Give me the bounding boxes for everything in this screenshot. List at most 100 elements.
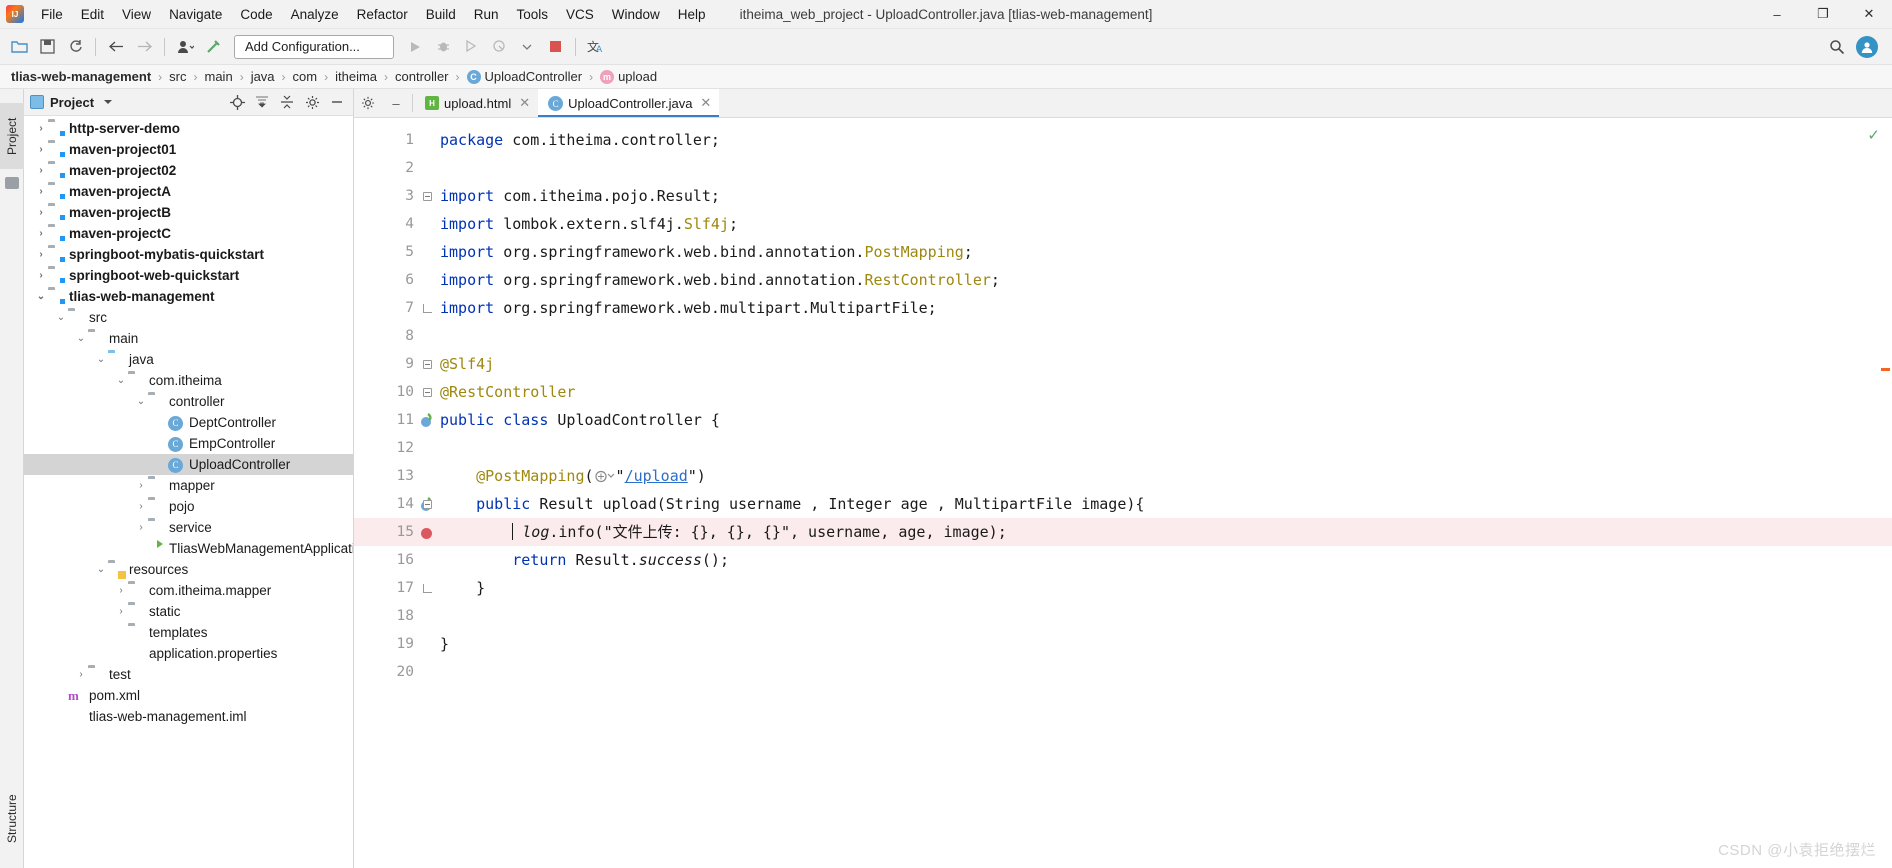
- collapse-all-icon[interactable]: [279, 94, 295, 110]
- line-number-3[interactable]: 3: [354, 182, 420, 210]
- search-icon[interactable]: [1824, 34, 1850, 60]
- tree-node-com-itheima[interactable]: ⌄ com.itheima: [24, 370, 353, 391]
- tree-node-controller[interactable]: ⌄ controller: [24, 391, 353, 412]
- tree-node-static[interactable]: › static: [24, 601, 353, 622]
- account-icon[interactable]: [1856, 35, 1878, 58]
- code-line-19[interactable]: }: [434, 630, 1892, 658]
- tree-node-resources[interactable]: ⌄ resources: [24, 559, 353, 580]
- chevron-down-icon[interactable]: ⌄: [54, 312, 68, 323]
- fold-collapse-icon[interactable]: [422, 387, 432, 397]
- line-number-10[interactable]: 10: [354, 378, 420, 406]
- code-line-9[interactable]: @Slf4j: [434, 350, 1892, 378]
- breadcrumb-item-itheima[interactable]: itheima: [332, 69, 380, 84]
- line-number-13[interactable]: 13: [354, 462, 420, 490]
- breadcrumb-item-upload[interactable]: m upload: [597, 69, 660, 84]
- breadcrumb-item-src[interactable]: src: [166, 69, 189, 84]
- gear-icon[interactable]: [354, 89, 382, 117]
- breadcrumb-item-tlias-web-management[interactable]: tlias-web-management: [8, 69, 154, 84]
- menu-item-window[interactable]: Window: [603, 4, 669, 25]
- sync-icon[interactable]: [62, 34, 88, 60]
- tree-node-main[interactable]: ⌄ main: [24, 328, 353, 349]
- tree-node-pojo[interactable]: › pojo: [24, 496, 353, 517]
- tree-node-maven-projectc[interactable]: › maven-projectC: [24, 223, 353, 244]
- chevron-right-icon[interactable]: ›: [74, 669, 88, 680]
- hide-panel-icon[interactable]: [329, 94, 345, 110]
- code-line-7[interactable]: import org.springframework.web.multipart…: [434, 294, 1892, 322]
- project-tree[interactable]: › http-server-demo › maven-project01 › maven-…: [24, 116, 353, 868]
- tree-node-java[interactable]: ⌄ java: [24, 349, 353, 370]
- code-line-12[interactable]: [434, 434, 1892, 462]
- gear-icon[interactable]: [304, 94, 320, 110]
- chevron-right-icon[interactable]: ›: [134, 501, 148, 512]
- chevron-right-icon[interactable]: ›: [114, 585, 128, 596]
- editor-tab-upload-html[interactable]: upload.html ✕: [415, 89, 539, 117]
- code-line-4[interactable]: import lombok.extern.slf4j.Slf4j;: [434, 210, 1892, 238]
- line-number-7[interactable]: 7: [354, 294, 420, 322]
- tree-node-maven-projectb[interactable]: › maven-projectB: [24, 202, 353, 223]
- tree-node-pom-xml[interactable]: m pom.xml: [24, 685, 353, 706]
- save-icon[interactable]: [34, 34, 60, 60]
- close-button[interactable]: ✕: [1846, 0, 1892, 29]
- tree-node-com-itheima-mapper[interactable]: › com.itheima.mapper: [24, 580, 353, 601]
- run-icon[interactable]: [402, 34, 428, 60]
- chevron-down-icon[interactable]: ⌄: [114, 375, 128, 386]
- code-line-20[interactable]: [434, 658, 1892, 686]
- run-coverage-icon[interactable]: [458, 34, 484, 60]
- chevron-down-icon[interactable]: ⌄: [34, 291, 48, 302]
- tool-window-tab-project[interactable]: Project: [0, 103, 24, 169]
- tree-node-deptcontroller[interactable]: C DeptController: [24, 412, 353, 433]
- line-number-gutter[interactable]: 1 2 3 4 5 6 7 8 9 10 11 12 13 14 15 16 17 18 19 20: [354, 118, 432, 868]
- chevron-down-icon[interactable]: ⌄: [94, 564, 108, 575]
- chevron-right-icon[interactable]: ›: [114, 606, 128, 617]
- tree-node-tliaswebmanagementapplication[interactable]: TliasWebManagementApplication: [24, 538, 353, 559]
- chevron-down-icon[interactable]: ⌄: [74, 333, 88, 344]
- code-editor[interactable]: 1 2 3 4 5 6 7 8 9 10 11 12 13 14 15 16 17 18 19 20 package …: [354, 118, 1892, 868]
- debug-icon[interactable]: [430, 34, 456, 60]
- fold-marker-line-10[interactable]: [420, 378, 434, 406]
- chevron-right-icon[interactable]: ›: [34, 270, 48, 281]
- fold-marker-line-7[interactable]: [420, 294, 434, 322]
- code-line-8[interactable]: [434, 322, 1892, 350]
- line-number-1[interactable]: 1: [354, 126, 420, 154]
- tree-node-maven-projecta[interactable]: › maven-projectA: [24, 181, 353, 202]
- fold-collapse-icon[interactable]: [422, 359, 432, 369]
- breadcrumb-item-main[interactable]: main: [202, 69, 236, 84]
- tree-node-maven-project02[interactable]: › maven-project02: [24, 160, 353, 181]
- menu-item-navigate[interactable]: Navigate: [160, 4, 231, 25]
- breakpoint-icon[interactable]: [416, 523, 434, 541]
- code-line-3[interactable]: import com.itheima.pojo.Result;: [434, 182, 1892, 210]
- build-hammer-icon[interactable]: [200, 34, 226, 60]
- menu-item-tools[interactable]: Tools: [508, 4, 558, 25]
- code-line-17[interactable]: }: [434, 574, 1892, 602]
- line-number-15[interactable]: 15: [354, 518, 432, 546]
- stop-icon[interactable]: [542, 34, 568, 60]
- line-number-20[interactable]: 20: [354, 658, 420, 686]
- breadcrumb-item-com[interactable]: com: [290, 69, 321, 84]
- code-line-5[interactable]: import org.springframework.web.bind.anno…: [434, 238, 1892, 266]
- maximize-button[interactable]: ❐: [1800, 0, 1846, 29]
- menu-item-refactor[interactable]: Refactor: [348, 4, 417, 25]
- line-number-9[interactable]: 9: [354, 350, 420, 378]
- code-line-13[interactable]: @PostMapping("/upload"): [434, 462, 1892, 490]
- line-number-19[interactable]: 19: [354, 630, 420, 658]
- code-line-16[interactable]: return Result.success();: [434, 546, 1892, 574]
- code-line-11[interactable]: public class UploadController {: [434, 406, 1892, 434]
- chevron-right-icon[interactable]: ›: [34, 186, 48, 197]
- chevron-right-icon[interactable]: ›: [34, 207, 48, 218]
- fold-marker-line-17[interactable]: [420, 574, 434, 602]
- tree-node-templates[interactable]: templates: [24, 622, 353, 643]
- line-number-5[interactable]: 5: [354, 238, 420, 266]
- menu-item-view[interactable]: View: [113, 4, 160, 25]
- locate-file-icon[interactable]: [229, 94, 245, 110]
- tool-window-tab-structure[interactable]: Structure: [0, 782, 24, 856]
- menu-item-analyze[interactable]: Analyze: [282, 4, 348, 25]
- line-number-14[interactable]: 14: [354, 490, 432, 518]
- chevron-down-icon[interactable]: ⌄: [134, 396, 148, 407]
- menu-item-help[interactable]: Help: [669, 4, 715, 25]
- folder-icon[interactable]: [5, 177, 19, 189]
- chevron-right-icon[interactable]: ›: [34, 165, 48, 176]
- error-stripe-marker[interactable]: [1881, 368, 1890, 371]
- code-line-18[interactable]: [434, 602, 1892, 630]
- menu-item-code[interactable]: Code: [231, 4, 281, 25]
- chevron-down-icon[interactable]: [100, 94, 116, 110]
